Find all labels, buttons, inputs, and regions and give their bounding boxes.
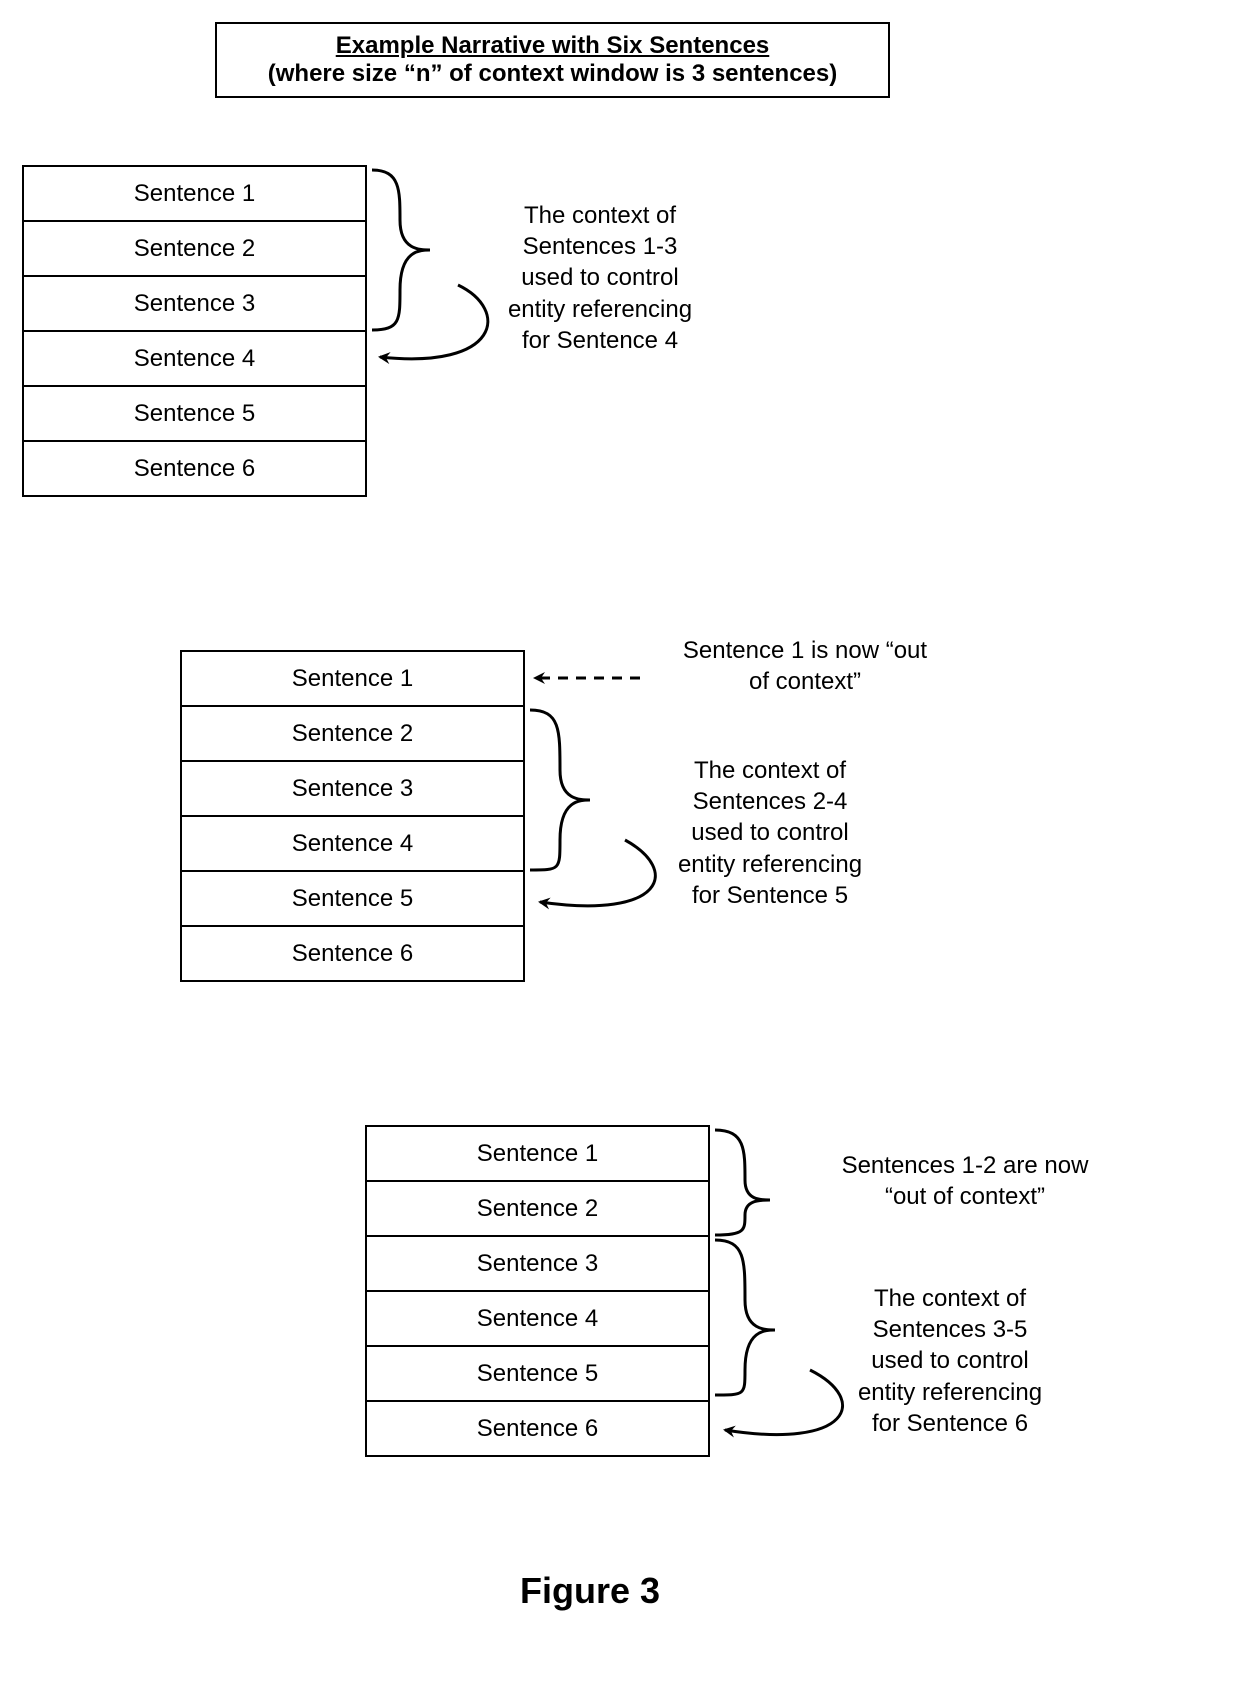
sentence-cell: Sentence 5 — [24, 385, 365, 440]
sentence-cell: Sentence 3 — [367, 1235, 708, 1290]
figure-label: Figure 3 — [520, 1570, 660, 1612]
sentence-cell: Sentence 6 — [182, 925, 523, 980]
sentence-stack-2: Sentence 1 Sentence 2 Sentence 3 Sentenc… — [180, 650, 525, 982]
sentence-stack-1: Sentence 1 Sentence 2 Sentence 3 Sentenc… — [22, 165, 367, 497]
title-line-2: (where size “n” of context window is 3 s… — [237, 60, 868, 88]
sentence-cell: Sentence 4 — [367, 1290, 708, 1345]
sentence-cell: Sentence 4 — [24, 330, 365, 385]
sentence-cell: Sentence 4 — [182, 815, 523, 870]
sentence-cell: Sentence 1 — [24, 165, 365, 220]
title-line-1: Example Narrative with Six Sentences — [237, 32, 868, 60]
sentence-cell: Sentence 3 — [182, 760, 523, 815]
sentence-cell: Sentence 3 — [24, 275, 365, 330]
context-note-3: The context of Sentences 3-5 used to con… — [820, 1283, 1080, 1439]
out-note-3: Sentences 1-2 are now “out of context” — [810, 1150, 1120, 1212]
sentence-stack-3: Sentence 1 Sentence 2 Sentence 3 Sentenc… — [365, 1125, 710, 1457]
sentence-cell: Sentence 1 — [367, 1125, 708, 1180]
context-note-1: The context of Sentences 1-3 used to con… — [470, 200, 730, 356]
context-note-2: The context of Sentences 2-4 used to con… — [640, 755, 900, 911]
sentence-cell: Sentence 2 — [24, 220, 365, 275]
sentence-cell: Sentence 2 — [182, 705, 523, 760]
sentence-cell: Sentence 5 — [182, 870, 523, 925]
sentence-cell: Sentence 5 — [367, 1345, 708, 1400]
sentence-cell: Sentence 2 — [367, 1180, 708, 1235]
bracket-panel-2 — [530, 678, 655, 906]
title-box: Example Narrative with Six Sentences (wh… — [215, 22, 890, 98]
sentence-cell: Sentence 6 — [24, 440, 365, 495]
sentence-cell: Sentence 6 — [367, 1400, 708, 1455]
out-note-2: Sentence 1 is now “out of context” — [640, 635, 970, 697]
sentence-cell: Sentence 1 — [182, 650, 523, 705]
